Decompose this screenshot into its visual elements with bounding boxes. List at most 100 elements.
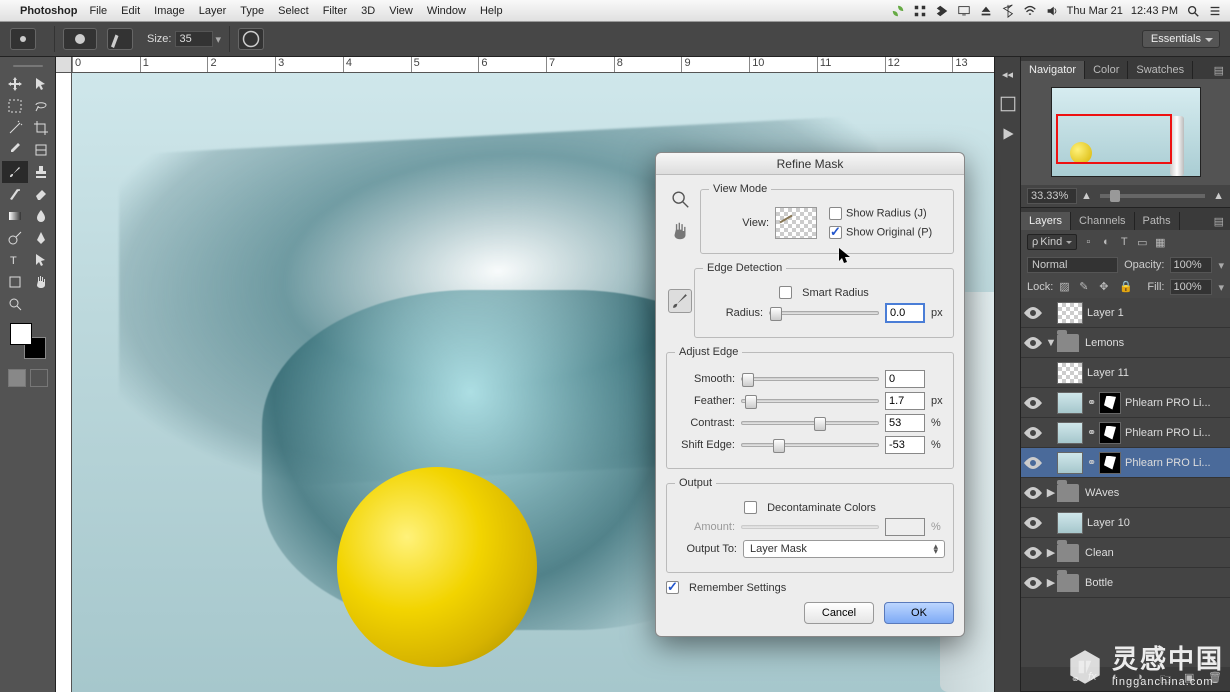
- blur-tool[interactable]: [28, 205, 54, 227]
- menu-select[interactable]: Select: [278, 5, 309, 17]
- zoom-slider[interactable]: [1100, 194, 1205, 198]
- app-name[interactable]: Photoshop: [20, 5, 77, 17]
- fill-input[interactable]: [1170, 279, 1212, 295]
- menu-image[interactable]: Image: [154, 5, 185, 17]
- filter-type-icon[interactable]: T: [1117, 235, 1131, 249]
- size-dropdown-icon[interactable]: ▾: [215, 33, 221, 46]
- eye-icon[interactable]: [1021, 391, 1045, 415]
- radius-input[interactable]: [885, 303, 925, 323]
- tab-navigator[interactable]: Navigator: [1021, 61, 1085, 79]
- menu-filter[interactable]: Filter: [323, 5, 347, 17]
- menu-edit[interactable]: Edit: [121, 5, 140, 17]
- eye-icon[interactable]: [1021, 451, 1045, 475]
- output-to-select[interactable]: Layer Mask▴▾: [743, 540, 945, 558]
- eye-icon[interactable]: [1021, 541, 1045, 565]
- feather-input[interactable]: [885, 392, 925, 410]
- menu-file[interactable]: File: [89, 5, 107, 17]
- decon-check[interactable]: [744, 501, 757, 514]
- stamp-tool[interactable]: [28, 161, 54, 183]
- mask-thumb[interactable]: [1099, 452, 1121, 474]
- brush-toggle[interactable]: [107, 28, 133, 50]
- navigator-thumbnail[interactable]: [1051, 87, 1201, 177]
- layer-row[interactable]: ⚭Phlearn PRO Li...: [1021, 418, 1230, 448]
- twirl-icon[interactable]: ▶: [1045, 576, 1057, 589]
- tool-preset[interactable]: [10, 28, 36, 50]
- zoom-tool[interactable]: [2, 293, 28, 315]
- dropbox-icon[interactable]: [935, 4, 949, 18]
- quickmask-mode[interactable]: [30, 369, 48, 387]
- eye-icon[interactable]: [1021, 511, 1045, 535]
- size-input[interactable]: [175, 31, 213, 47]
- pressure-icon[interactable]: [238, 28, 264, 50]
- layer-row[interactable]: Layer 1: [1021, 298, 1230, 328]
- eyedropper-tool[interactable]: [2, 139, 28, 161]
- menu-3d[interactable]: 3D: [361, 5, 375, 17]
- menu-view[interactable]: View: [389, 5, 413, 17]
- spotlight-icon[interactable]: [1186, 4, 1200, 18]
- contrast-input[interactable]: [885, 414, 925, 432]
- lock-pos-icon[interactable]: ✥: [1099, 280, 1113, 294]
- layer-thumb[interactable]: [1057, 392, 1083, 414]
- link-icon[interactable]: ⚭: [1087, 396, 1099, 409]
- menu-help[interactable]: Help: [480, 5, 503, 17]
- ok-button[interactable]: OK: [884, 602, 954, 624]
- path-select-tool[interactable]: [28, 249, 54, 271]
- dialog-refine-brush[interactable]: [668, 289, 692, 313]
- tab-paths[interactable]: Paths: [1135, 212, 1180, 230]
- link-icon[interactable]: ⚭: [1087, 456, 1099, 469]
- filter-pixel-icon[interactable]: ▫: [1081, 235, 1095, 249]
- tab-layers[interactable]: Layers: [1021, 212, 1071, 230]
- panel-menu-icon[interactable]: ▤: [1208, 213, 1230, 230]
- crop-tool[interactable]: [28, 117, 54, 139]
- layer-thumb[interactable]: [1057, 422, 1083, 444]
- eye-icon[interactable]: [1021, 571, 1045, 595]
- twirl-icon[interactable]: ▶: [1045, 546, 1057, 559]
- twirl-icon[interactable]: ▶: [1045, 486, 1057, 499]
- history-panel-icon[interactable]: [999, 95, 1017, 113]
- twirl-icon[interactable]: ▼: [1045, 337, 1057, 349]
- leaf-icon[interactable]: [891, 4, 905, 18]
- zoom-out-icon[interactable]: ▲: [1081, 190, 1092, 202]
- shape-tool[interactable]: [2, 271, 28, 293]
- display-icon[interactable]: [957, 4, 971, 18]
- patch-tool[interactable]: [28, 139, 54, 161]
- smart-radius-check[interactable]: [779, 286, 792, 299]
- link-icon[interactable]: ⚭: [1087, 426, 1099, 439]
- filter-shape-icon[interactable]: ▭: [1135, 235, 1149, 249]
- lock-all-icon[interactable]: 🔒: [1119, 280, 1133, 294]
- color-swatches[interactable]: [8, 321, 48, 361]
- shift-input[interactable]: [885, 436, 925, 454]
- standard-mode[interactable]: [8, 369, 26, 387]
- gradient-tool[interactable]: [2, 205, 28, 227]
- hand-tool[interactable]: [28, 271, 54, 293]
- dialog-zoom-tool[interactable]: [668, 187, 692, 211]
- mask-thumb[interactable]: [1099, 392, 1121, 414]
- layer-row[interactable]: ▶WAves: [1021, 478, 1230, 508]
- layer-thumb[interactable]: [1057, 302, 1083, 324]
- panel-menu-icon[interactable]: ▤: [1208, 62, 1230, 79]
- layer-row[interactable]: ⚭Phlearn PRO Li...: [1021, 448, 1230, 478]
- tab-swatches[interactable]: Swatches: [1128, 61, 1193, 79]
- brush-tool[interactable]: [2, 161, 28, 183]
- type-tool[interactable]: T: [2, 249, 28, 271]
- show-radius-check[interactable]: [829, 207, 842, 220]
- dialog-hand-tool[interactable]: [668, 219, 692, 243]
- tab-color[interactable]: Color: [1085, 61, 1128, 79]
- layer-row[interactable]: Layer 10: [1021, 508, 1230, 538]
- layer-row[interactable]: Layer 11: [1021, 358, 1230, 388]
- radius-slider[interactable]: [769, 311, 879, 315]
- layer-row[interactable]: ▼Lemons: [1021, 328, 1230, 358]
- play-icon[interactable]: [999, 125, 1017, 143]
- show-original-check[interactable]: [829, 226, 842, 239]
- brush-preview[interactable]: [63, 28, 97, 50]
- smooth-input[interactable]: [885, 370, 925, 388]
- layer-thumb[interactable]: [1057, 512, 1083, 534]
- lock-trans-icon[interactable]: ▨: [1059, 280, 1073, 294]
- workspace-selector[interactable]: Essentials: [1142, 30, 1220, 48]
- opacity-input[interactable]: [1170, 257, 1212, 273]
- contrast-slider[interactable]: [741, 421, 879, 425]
- history-brush-tool[interactable]: [2, 183, 28, 205]
- mask-thumb[interactable]: [1099, 422, 1121, 444]
- eye-icon[interactable]: [1021, 481, 1045, 505]
- selection-tool[interactable]: [28, 73, 54, 95]
